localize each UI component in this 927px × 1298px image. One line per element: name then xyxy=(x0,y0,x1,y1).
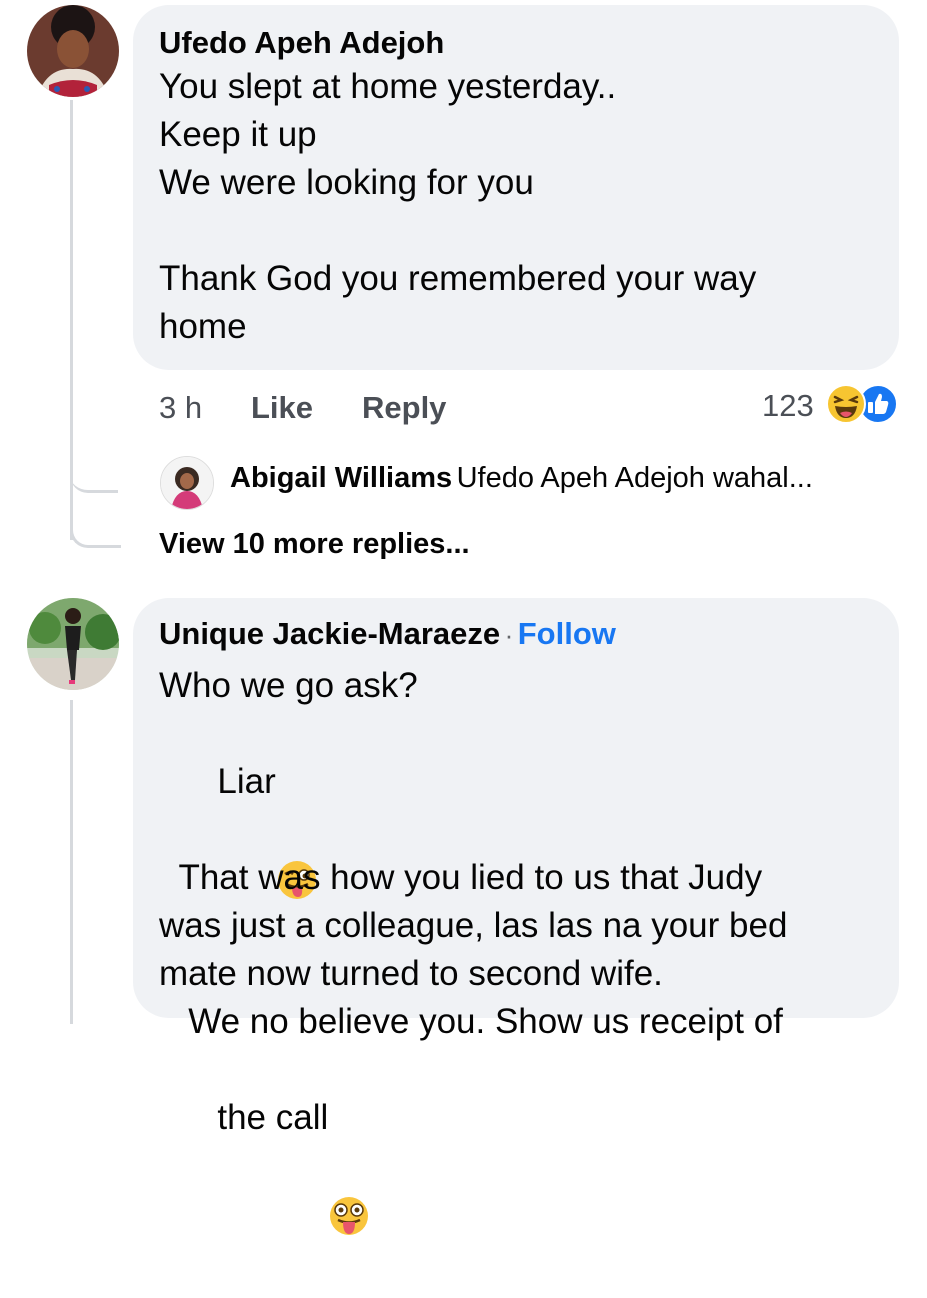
reply-author[interactable]: Abigail Williams xyxy=(230,462,452,494)
comment-line: was just a colleague, las las na your be… xyxy=(159,906,788,945)
comment-bubble-2: Unique Jackie-Maraeze · Follow Who we go… xyxy=(133,598,899,1235)
comment-line: home xyxy=(159,307,247,346)
reactions[interactable] xyxy=(824,384,904,424)
comment-line: mate now turned to second wife. xyxy=(159,954,663,993)
avatar-unique[interactable] xyxy=(27,598,119,690)
comment-line: We were looking for you xyxy=(159,163,534,202)
reply-preview[interactable]: Abigail Williams Ufedo Apeh Adejoh wahal… xyxy=(230,462,813,495)
comment-line: That was how you lied to us that Judy xyxy=(159,858,763,897)
comment-line: Who we go ask? xyxy=(159,666,418,705)
thread-elbow-reply xyxy=(70,440,118,493)
comment-bubble-1: Ufedo Apeh Adejoh You slept at home yest… xyxy=(133,5,899,370)
thread-elbow-more xyxy=(70,500,121,548)
avatar-abigail[interactable] xyxy=(160,456,214,510)
reaction-count[interactable]: 123 xyxy=(762,388,814,424)
comment-time[interactable]: 3 h xyxy=(159,390,202,426)
like-button[interactable]: Like xyxy=(251,390,313,426)
comment-text: the call xyxy=(217,1098,329,1137)
haha-icon xyxy=(826,384,866,424)
comment-line: Thank God you remembered your way xyxy=(159,259,757,298)
comment-line-with-emoji: the call xyxy=(159,1046,787,1235)
winking-tongue-emoji xyxy=(276,763,318,899)
comment-line xyxy=(159,207,756,255)
separator-dot: · xyxy=(504,620,514,650)
comment-author[interactable]: Unique Jackie-Maraeze xyxy=(159,616,500,651)
follow-button[interactable]: Follow xyxy=(518,616,616,651)
comment-text: Liar xyxy=(217,762,276,801)
view-more-replies[interactable]: View 10 more replies... xyxy=(159,528,470,561)
reply-button[interactable]: Reply xyxy=(362,390,446,426)
avatar-ufedo[interactable] xyxy=(27,5,119,97)
comment-line: You slept at home yesterday.. xyxy=(159,67,617,106)
comment-line: We no believe you. Show us receipt of xyxy=(159,1002,783,1041)
zany-face-emoji xyxy=(328,1099,370,1235)
comment-line: Keep it up xyxy=(159,115,317,154)
reply-text: Ufedo Apeh Adejoh wahal... xyxy=(456,462,813,494)
thread-line-2 xyxy=(70,700,73,1024)
comment-line-with-emoji: Liar xyxy=(159,710,787,899)
comment-author[interactable]: Ufedo Apeh Adejoh xyxy=(159,23,756,63)
